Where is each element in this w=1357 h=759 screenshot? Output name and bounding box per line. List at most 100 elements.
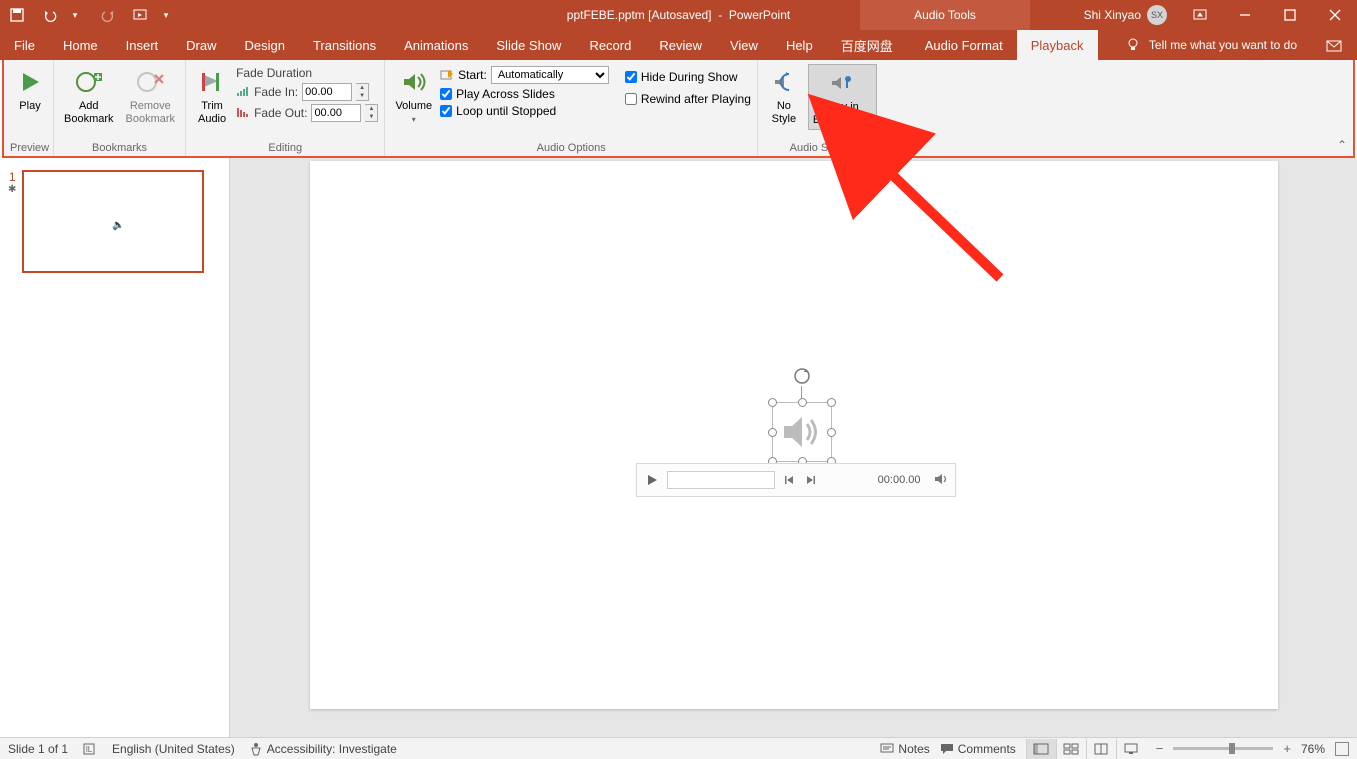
- undo-dropdown-icon[interactable]: ▾: [66, 6, 84, 24]
- tab-record[interactable]: Record: [575, 30, 645, 60]
- comments-button[interactable]: Comments: [940, 742, 1016, 756]
- remove-bookmark-icon: [134, 66, 166, 98]
- language-status[interactable]: English (United States): [112, 742, 235, 756]
- ribbon-display-options-icon[interactable]: [1177, 0, 1222, 30]
- undo-icon[interactable]: [41, 6, 59, 24]
- loop-until-stopped-checkbox[interactable]: Loop until Stopped: [440, 104, 609, 118]
- play-icon: [14, 66, 46, 98]
- maximize-button[interactable]: [1267, 0, 1312, 30]
- tab-home[interactable]: Home: [49, 30, 112, 60]
- resize-handle[interactable]: [827, 428, 836, 437]
- no-style-icon: [768, 66, 800, 98]
- tab-baidu[interactable]: 百度网盘: [827, 30, 907, 60]
- fade-in-spinner[interactable]: ▲▼: [356, 83, 369, 101]
- group-preview-label: Preview: [10, 140, 47, 154]
- tab-review[interactable]: Review: [645, 30, 716, 60]
- play-button[interactable]: Play: [10, 64, 50, 115]
- trim-audio-icon: [196, 66, 228, 98]
- slide-editor[interactable]: 00:00.00: [230, 158, 1357, 737]
- close-button[interactable]: [1312, 0, 1357, 30]
- resize-handle[interactable]: [768, 398, 777, 407]
- group-audio-options: Volume ▾ Start: Automatically Play Acros…: [385, 60, 757, 156]
- zoom-slider[interactable]: [1173, 747, 1273, 750]
- tab-transitions[interactable]: Transitions: [299, 30, 390, 60]
- status-bar: Slide 1 of 1 lL English (United States) …: [0, 737, 1357, 759]
- player-skip-forward-button[interactable]: [803, 472, 819, 488]
- volume-button[interactable]: Volume ▾: [391, 64, 436, 127]
- tab-help[interactable]: Help: [772, 30, 827, 60]
- zoom-out-button[interactable]: −: [1156, 741, 1164, 756]
- tab-draw[interactable]: Draw: [172, 30, 230, 60]
- zoom-in-button[interactable]: +: [1283, 741, 1291, 756]
- resize-handle[interactable]: [798, 398, 807, 407]
- player-skip-back-button[interactable]: [781, 472, 797, 488]
- player-volume-button[interactable]: [933, 472, 949, 488]
- group-audio-styles-label: Audio Styles: [764, 140, 877, 154]
- collapse-ribbon-icon[interactable]: ⌃: [1337, 138, 1347, 152]
- add-bookmark-icon: [73, 66, 105, 98]
- play-in-background-button[interactable]: Play in Background: [808, 64, 877, 130]
- svg-text:lL: lL: [86, 745, 93, 754]
- add-bookmark-button[interactable]: Add Bookmark: [60, 64, 118, 128]
- hide-during-show-checkbox[interactable]: Hide During Show: [625, 70, 751, 84]
- redo-icon[interactable]: [99, 6, 117, 24]
- slide-counter[interactable]: Slide 1 of 1: [8, 742, 68, 756]
- rotate-handle-icon[interactable]: [792, 366, 812, 386]
- quick-access-toolbar: ▾ ▾: [0, 6, 175, 24]
- minimize-button[interactable]: [1222, 0, 1267, 30]
- normal-view-button[interactable]: [1026, 739, 1056, 759]
- no-style-label: No Style: [772, 100, 796, 126]
- slide-sorter-view-button[interactable]: [1056, 739, 1086, 759]
- fade-in-input[interactable]: [302, 83, 352, 101]
- resize-handle[interactable]: [768, 428, 777, 437]
- spellcheck-icon[interactable]: lL: [82, 742, 98, 756]
- tab-playback[interactable]: Playback: [1017, 30, 1098, 60]
- play-across-slides-checkbox[interactable]: Play Across Slides: [440, 87, 609, 101]
- lightbulb-icon: [1125, 37, 1141, 53]
- tab-slideshow[interactable]: Slide Show: [482, 30, 575, 60]
- thumb-audio-icon: 🔈: [112, 220, 122, 230]
- slide-thumbnail-panel[interactable]: 1 ✱ 🔈: [0, 158, 230, 737]
- zoom-slider-thumb[interactable]: [1229, 743, 1235, 754]
- accessibility-status[interactable]: Accessibility: Investigate: [249, 742, 397, 756]
- play-in-background-label: Play in Background: [813, 101, 872, 127]
- slide-thumbnail[interactable]: 🔈: [22, 170, 204, 273]
- share-icon[interactable]: [1326, 38, 1342, 52]
- animation-indicator-icon: ✱: [8, 184, 16, 195]
- qat-customize-icon[interactable]: ▾: [157, 6, 175, 24]
- player-progress-bar[interactable]: [667, 471, 775, 489]
- trim-audio-button[interactable]: Trim Audio: [192, 64, 232, 128]
- rewind-after-playing-checkbox[interactable]: Rewind after Playing: [625, 92, 751, 106]
- reading-view-button[interactable]: [1086, 739, 1116, 759]
- notes-button[interactable]: Notes: [880, 742, 929, 756]
- accessibility-icon: [249, 742, 263, 756]
- volume-label: Volume: [395, 100, 432, 113]
- title-right: Shi Xinyao SX: [1074, 0, 1357, 30]
- view-buttons: [1026, 739, 1146, 759]
- fit-to-window-button[interactable]: [1335, 742, 1349, 756]
- save-icon[interactable]: [8, 6, 26, 24]
- slide-thumbnail-1[interactable]: 1 ✱ 🔈: [8, 170, 221, 273]
- slideshow-view-button[interactable]: [1116, 739, 1146, 759]
- start-select[interactable]: Automatically: [491, 66, 609, 84]
- user-avatar: SX: [1147, 5, 1167, 25]
- no-style-button[interactable]: No Style: [764, 64, 804, 128]
- resize-handle[interactable]: [827, 398, 836, 407]
- tab-audio-format[interactable]: Audio Format: [911, 30, 1017, 60]
- zoom-level[interactable]: 76%: [1301, 742, 1325, 756]
- tab-view[interactable]: View: [716, 30, 772, 60]
- fade-out-spinner[interactable]: ▲▼: [365, 104, 378, 122]
- start-from-beginning-icon[interactable]: [132, 6, 150, 24]
- workspace: 1 ✱ 🔈: [0, 158, 1357, 737]
- slide-canvas[interactable]: 00:00.00: [310, 161, 1278, 709]
- tell-me-search[interactable]: Tell me what you want to do: [1125, 37, 1297, 53]
- user-info[interactable]: Shi Xinyao SX: [1074, 5, 1177, 25]
- tab-insert[interactable]: Insert: [112, 30, 173, 60]
- fade-out-input[interactable]: [311, 104, 361, 122]
- add-bookmark-label: Add Bookmark: [64, 100, 114, 126]
- tab-design[interactable]: Design: [231, 30, 299, 60]
- player-play-button[interactable]: [643, 471, 661, 489]
- trim-audio-label: Trim Audio: [198, 100, 226, 126]
- tab-file[interactable]: File: [0, 30, 49, 60]
- tab-animations[interactable]: Animations: [390, 30, 482, 60]
